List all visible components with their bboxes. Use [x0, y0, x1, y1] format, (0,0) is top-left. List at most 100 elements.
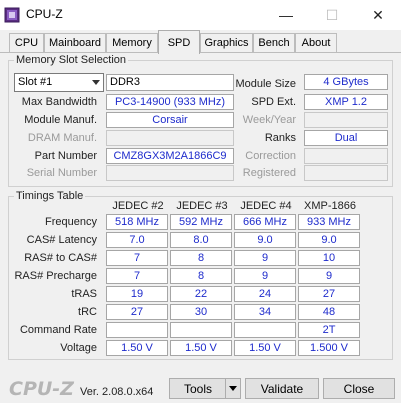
timing-cell: 19	[106, 286, 168, 302]
timing-cell: 34	[234, 304, 296, 320]
timing-row-label: tRC	[78, 306, 97, 318]
tab-graphics[interactable]: Graphics	[200, 33, 253, 52]
correction-value	[304, 148, 388, 164]
timing-cell: 1.50 V	[234, 340, 296, 356]
week-year-label: Week/Year	[242, 114, 296, 126]
timing-cell: 666 MHz	[234, 214, 296, 230]
tab-label: Mainboard	[49, 37, 101, 49]
ranks-value: Dual	[304, 130, 388, 146]
timing-cell: 10	[298, 250, 360, 266]
timing-cell: 9.0	[298, 232, 360, 248]
column-header-jedec-2: JEDEC #2	[112, 200, 164, 212]
close-button-label: Close	[343, 381, 375, 396]
timing-cell: 30	[170, 304, 232, 320]
timings-table-group-title: Timings Table	[14, 190, 86, 203]
timing-row-label: CAS# Latency	[26, 234, 97, 246]
ranks-label: Ranks	[264, 132, 296, 144]
minimize-button[interactable]: —	[263, 0, 309, 30]
timing-cell	[106, 322, 168, 338]
correction-label: Correction	[245, 150, 296, 162]
validate-button[interactable]: Validate	[245, 378, 319, 399]
timing-row-label: tRAS	[71, 288, 97, 300]
timing-row-label: Command Rate	[19, 324, 97, 336]
slot-select[interactable]: Slot #1	[14, 73, 104, 92]
timing-cell: 8	[170, 268, 232, 284]
timing-cell: 7	[106, 250, 168, 266]
timing-cell: 7	[106, 268, 168, 284]
close-button[interactable]: Close	[323, 378, 395, 399]
timing-cell: 9	[234, 268, 296, 284]
module-manuf-label: Module Manuf.	[24, 114, 97, 126]
timing-cell: 9	[298, 268, 360, 284]
timing-cell: 1.50 V	[106, 340, 168, 356]
dram-manuf-value	[106, 130, 234, 146]
validate-button-label: Validate	[260, 381, 304, 396]
tab-label: Graphics	[204, 37, 249, 49]
chevron-down-icon	[92, 80, 100, 85]
tab-label: Memory	[112, 37, 152, 49]
timing-cell: 27	[298, 286, 360, 302]
timing-cell	[234, 322, 296, 338]
maximize-button[interactable]: ☐	[309, 0, 355, 30]
tab-label: Bench	[258, 37, 290, 49]
timing-cell: 7.0	[106, 232, 168, 248]
column-header-xmp-1866: XMP-1866	[304, 200, 356, 212]
triangle-down-icon	[229, 386, 237, 391]
max-bandwidth-value: PC3-14900 (933 MHz)	[106, 94, 234, 110]
module-size-label: Module Size	[235, 78, 296, 90]
timing-cell: 9.0	[234, 232, 296, 248]
tab-about[interactable]: About	[295, 33, 337, 52]
tab-mainboard[interactable]: Mainboard	[44, 33, 106, 52]
timing-cell: 9	[234, 250, 296, 266]
serial-number-label: Serial Number	[26, 167, 97, 179]
timing-row-label: RAS# Precharge	[14, 270, 97, 282]
tools-button-label: Tools	[183, 381, 212, 396]
part-number-label: Part Number	[34, 150, 97, 162]
dram-manuf-label: DRAM Manuf.	[27, 132, 97, 144]
timing-row-label: Voltage	[60, 342, 97, 354]
window-title: CPU-Z	[26, 7, 63, 21]
timing-row-label: RAS# to CAS#	[24, 252, 97, 264]
timing-cell: 27	[106, 304, 168, 320]
tab-label: About	[301, 37, 331, 49]
serial-number-value	[106, 165, 234, 181]
timing-cell: 933 MHz	[298, 214, 360, 230]
week-year-value	[304, 112, 388, 128]
cpu-z-logo: CPU-Z	[9, 378, 74, 400]
spd-ext-label: SPD Ext.	[251, 96, 296, 108]
slot-select-value: Slot #1	[18, 76, 53, 88]
cpu-z-app-icon	[4, 7, 20, 23]
minimize-icon: —	[279, 7, 293, 23]
column-header-jedec-4: JEDEC #4	[240, 200, 292, 212]
memory-slot-group-title: Memory Slot Selection	[14, 54, 129, 67]
max-bandwidth-label: Max Bandwidth	[21, 96, 97, 108]
timing-cell: 518 MHz	[106, 214, 168, 230]
column-header-jedec-3: JEDEC #3	[176, 200, 228, 212]
module-size-value: 4 GBytes	[304, 74, 388, 90]
close-icon: ✕	[372, 6, 384, 23]
tab-bench[interactable]: Bench	[253, 33, 295, 52]
version-text: Ver. 2.08.0.x64	[80, 386, 154, 398]
timing-row-label: Frequency	[45, 216, 97, 228]
tools-button[interactable]: Tools	[169, 378, 241, 399]
tab-memory[interactable]: Memory	[106, 33, 158, 52]
part-number-value: CMZ8GX3M2A1866C9	[106, 148, 234, 164]
timing-cell: 2T	[298, 322, 360, 338]
timing-cell: 1.50 V	[170, 340, 232, 356]
tools-dropdown-icon[interactable]	[225, 379, 240, 398]
timing-cell: 22	[170, 286, 232, 302]
tab-spd[interactable]: SPD	[158, 30, 200, 54]
maximize-icon: ☐	[325, 6, 339, 23]
spd-ext-value: XMP 1.2	[304, 94, 388, 110]
timing-cell: 24	[234, 286, 296, 302]
timing-cell: 8.0	[170, 232, 232, 248]
timing-cell	[170, 322, 232, 338]
timing-cell: 8	[170, 250, 232, 266]
tab-label: SPD	[167, 36, 191, 49]
close-window-button[interactable]: ✕	[355, 0, 401, 30]
registered-label: Registered	[242, 167, 296, 179]
timing-cell: 48	[298, 304, 360, 320]
timing-cell: 592 MHz	[170, 214, 232, 230]
tab-cpu[interactable]: CPU	[9, 33, 44, 52]
timing-cell: 1.500 V	[298, 340, 360, 356]
